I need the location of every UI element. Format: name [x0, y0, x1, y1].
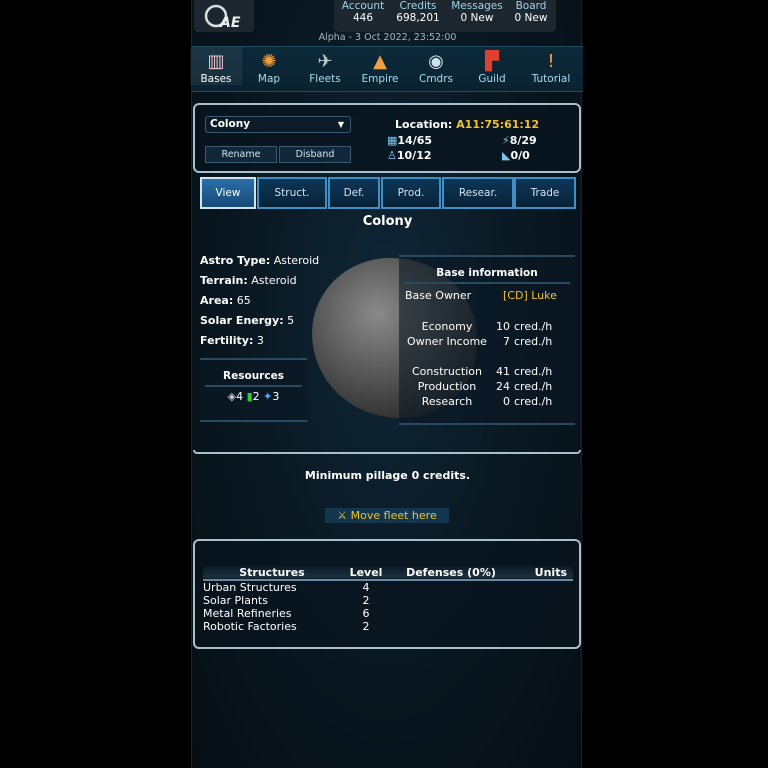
table-row: Construction 41 cred./h [411, 365, 553, 378]
nav-guild[interactable]: ▛ Guild [466, 47, 518, 85]
detail-row: Area: 65 [200, 294, 251, 307]
tab-view[interactable]: View [200, 177, 256, 209]
tab-production[interactable]: Prod. [381, 177, 441, 209]
location-link[interactable]: A11:75:61:12 [456, 118, 539, 131]
table-row: Robotic Factories 2 [203, 620, 370, 633]
server-date: Alpha - 3 Oct 2022, 23:52:00 [318, 32, 457, 43]
stat-account[interactable]: Account 446 [338, 0, 388, 24]
nav-tutorial[interactable]: ! Tutorial [522, 47, 580, 85]
header-stats: Account 446 Credits 698,201 Messages 0 New … [334, 0, 556, 32]
tab-defenses[interactable]: Def. [328, 177, 380, 209]
main-nav: ▥ Bases ✺ Map ✈ Fleets ▲ Empire ◉ Cmdrs ▛ Guil… [190, 46, 583, 92]
fleets-icon: ✈ [317, 51, 333, 72]
divider [193, 450, 581, 454]
ae-logo[interactable]: AE [194, 0, 254, 32]
detail-row: Fertility: 3 [200, 334, 264, 347]
game-column: AE Account 446 Credits 698,201 Messages 0 N… [190, 0, 583, 768]
tab-structures[interactable]: Struct. [257, 177, 327, 209]
page-title: Colony [362, 214, 413, 229]
area-icon: ▦ [387, 134, 398, 147]
nav-cmdrs[interactable]: ◉ Cmdrs [410, 47, 462, 85]
rename-button[interactable]: Rename [205, 146, 277, 163]
crystals-icon: ✦ [263, 390, 273, 403]
population-stat: ♙10/12 [387, 149, 432, 162]
stat-board[interactable]: Board 0 New [508, 0, 554, 24]
commanders-icon: ◉ [428, 51, 444, 72]
table-row: Solar Plants 2 [203, 594, 370, 607]
nav-map[interactable]: ✺ Map [243, 47, 295, 85]
table-row: Metal Refineries 6 [203, 607, 370, 620]
structures-panel: Structures Level Defenses (0%) Units Urban … [193, 539, 581, 649]
nav-empire[interactable]: ▲ Empire [354, 47, 406, 85]
detail-row: Terrain: Asteroid [200, 274, 297, 287]
nav-fleets[interactable]: ✈ Fleets [299, 47, 351, 85]
fleet-stat: ◣0/0 [502, 149, 530, 162]
bases-icon: ▥ [207, 51, 225, 72]
tutorial-icon: ! [547, 51, 555, 72]
location: Location: A11:75:61:12 [395, 118, 540, 131]
table-row: Production 24 cred./h [417, 380, 553, 393]
base-panel: Colony ▼ Rename Disband Location: A11:75:… [193, 103, 581, 173]
income-table: Economy 10 cred./h Owner Income 7 cred./h Co… [404, 319, 554, 409]
base-select[interactable]: Colony ▼ [205, 116, 351, 133]
nav-bases[interactable]: ▥ Bases [190, 47, 242, 85]
detail-row: Solar Energy: 5 [200, 314, 295, 327]
energy-stat: ⚡8/29 [502, 134, 537, 147]
empire-icon: ▲ [373, 51, 387, 72]
pillage-text: Minimum pillage 0 credits. [304, 469, 471, 482]
energy-icon: ⚡ [502, 134, 510, 147]
population-icon: ♙ [387, 149, 397, 162]
base-information: Base information Base Owner [CD] Luke Eco… [399, 255, 575, 425]
move-fleet-button[interactable]: ⚔ Move fleet here [325, 508, 449, 523]
resources-box: Resources ◈4 ▮2 ✦3 [200, 358, 307, 422]
owner-link[interactable]: [CD] Luke [503, 289, 557, 302]
disband-button[interactable]: Disband [279, 146, 351, 163]
table-row: Owner Income 7 cred./h [407, 335, 553, 348]
table-row: Economy 10 cred./h [421, 320, 553, 333]
table-row: Urban Structures 4 [203, 581, 370, 594]
metal-icon: ◈ [227, 390, 237, 403]
move-fleet-icon: ⚔ [337, 509, 348, 522]
stat-credits[interactable]: Credits 698,201 [390, 0, 446, 24]
svg-text:AE: AE [219, 15, 241, 31]
structures-table: Structures Level Defenses (0%) Units Urban … [203, 566, 573, 633]
detail-row: Astro Type: Asteroid [200, 254, 320, 267]
map-icon: ✺ [261, 51, 277, 72]
chevron-down-icon: ▼ [337, 120, 344, 129]
tab-trade[interactable]: Trade [514, 177, 576, 209]
area-stat: ▦14/65 [387, 134, 433, 147]
tab-research[interactable]: Resear. [442, 177, 514, 209]
astro-details: Astro Type: Asteroid Terrain: Asteroid A… [200, 251, 319, 351]
stat-messages[interactable]: Messages 0 New [447, 0, 507, 24]
table-row: Research 0 cred./h [421, 395, 553, 408]
guild-icon: ▛ [485, 51, 499, 72]
